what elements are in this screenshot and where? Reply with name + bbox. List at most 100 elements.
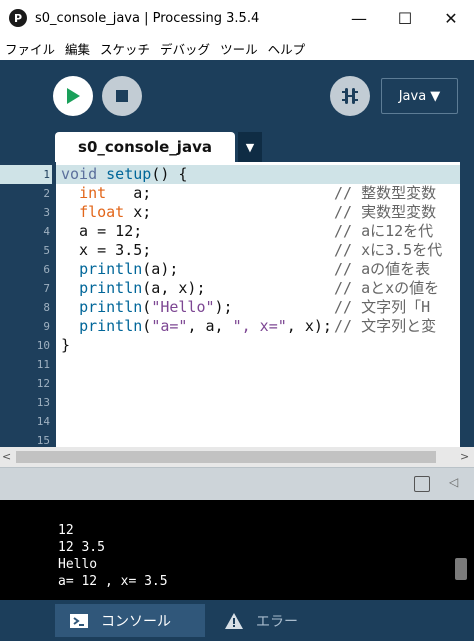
line-number: 10: [36, 339, 50, 352]
tab-menu-button[interactable]: ▼: [238, 132, 262, 162]
code-token: (: [142, 317, 152, 335]
tab-s0-console-java[interactable]: s0_console_java: [55, 132, 235, 162]
line-number: 9: [43, 320, 50, 333]
errors-tab[interactable]: エラー: [208, 604, 328, 637]
menu-file[interactable]: ファイル: [5, 39, 55, 58]
line-number: 12: [36, 377, 50, 390]
code-token: , x);: [286, 317, 332, 335]
line-number: 3: [43, 206, 50, 219]
debugger-icon: [342, 88, 358, 104]
code-token: println: [79, 298, 143, 316]
code-token: (a, x);: [142, 279, 206, 297]
status-bar: コンソール エラー: [0, 600, 474, 641]
code-token: "a=": [151, 317, 188, 335]
editor-horizontal-scrollbar[interactable]: < >: [0, 447, 474, 467]
line-number: 7: [43, 282, 50, 295]
window-title: s0_console_java | Processing 3.5.4: [35, 10, 260, 26]
scroll-thumb[interactable]: [16, 451, 436, 463]
line-number: 14: [36, 415, 50, 428]
code-token: "Hello": [151, 298, 215, 316]
code-comment: // 文字列「H: [334, 298, 431, 316]
console-line: a= 12 , x= 3.5: [58, 574, 168, 589]
code-line: float x;: [61, 203, 151, 222]
code-token: x = 3.5;: [61, 241, 152, 259]
code-line: a = 12;: [61, 222, 142, 241]
menu-sketch[interactable]: スケッチ: [100, 39, 150, 58]
console-line: 12 3.5: [58, 540, 105, 555]
line-number: 2: [43, 187, 50, 200]
line-number: 1: [0, 165, 52, 184]
scroll-right-arrow[interactable]: >: [460, 450, 469, 463]
line-number: 5: [43, 244, 50, 257]
editor-vertical-scrollbar[interactable]: [460, 162, 474, 447]
code-comment: // xに3.5を代: [334, 241, 443, 259]
scroll-left-arrow[interactable]: <: [2, 450, 11, 463]
line-number: 6: [43, 263, 50, 276]
mode-selector[interactable]: Java ▼: [381, 78, 458, 114]
code-line: println(a, x);: [61, 279, 206, 298]
line-number: 13: [36, 396, 50, 409]
line-number: 4: [43, 225, 50, 238]
warning-icon: [224, 612, 244, 630]
menu-bar: ファイル 編集 スケッチ デバッグ ツール ヘルプ: [0, 36, 474, 60]
code-line: println("Hello");: [61, 298, 233, 317]
console-tab-label: コンソール: [101, 613, 171, 630]
code-token: float: [79, 203, 125, 221]
code-token: int: [79, 184, 107, 202]
close-button[interactable]: ✕: [428, 0, 474, 36]
code-token: x;: [124, 203, 152, 221]
line-number: 8: [43, 301, 50, 314]
console-output[interactable]: 12 12 3.5 Hello a= 12 , x= 3.5: [0, 500, 474, 600]
copy-icon[interactable]: [414, 476, 430, 492]
line-number: 11: [36, 358, 50, 371]
minimize-button[interactable]: —: [336, 0, 382, 36]
code-comment: // aとxの値を: [334, 279, 440, 297]
stop-icon: [116, 90, 128, 102]
menu-edit[interactable]: 編集: [65, 39, 90, 58]
code-comment: // aに12を代: [334, 222, 434, 240]
title-bar: P s0_console_java | Processing 3.5.4 — ☐…: [0, 0, 474, 36]
console-icon: [69, 613, 89, 629]
console-line: 12: [58, 523, 74, 538]
code-token: println: [79, 279, 143, 297]
code-token: }: [61, 336, 71, 354]
sketch-tabs: s0_console_java ▼: [0, 132, 474, 162]
code-editor[interactable]: void setup() { int a; float x; a = 12; x…: [56, 162, 460, 447]
menu-help[interactable]: ヘルプ: [268, 39, 306, 58]
code-token: println: [79, 317, 143, 335]
menu-debug[interactable]: デバッグ: [160, 39, 210, 58]
processing-app-icon: P: [9, 9, 27, 27]
debugger-button[interactable]: [330, 76, 370, 116]
code-token: (: [142, 298, 152, 316]
stop-button[interactable]: [102, 76, 142, 116]
maximize-button[interactable]: ☐: [382, 0, 428, 36]
code-line: void setup() {: [61, 165, 187, 184]
code-comment: // 文字列と変: [334, 317, 437, 335]
errors-tab-label: エラー: [256, 613, 298, 630]
code-token: a = 12;: [61, 222, 143, 240]
console-line: Hello: [58, 557, 98, 572]
code-token: println: [79, 260, 143, 278]
code-line: x = 3.5;: [61, 241, 151, 260]
console-tab[interactable]: コンソール: [55, 604, 205, 637]
code-line: println("a=", a, ", x=", x);: [61, 317, 332, 336]
toolbar: Java ▼: [0, 60, 474, 132]
menu-tools[interactable]: ツール: [220, 39, 258, 58]
console-scroll-thumb[interactable]: [455, 558, 467, 580]
play-icon: [67, 88, 80, 104]
code-token: ", x=": [232, 317, 287, 335]
code-comment: // aの値を表: [334, 260, 431, 278]
code-comment: // 実数型変数: [334, 203, 437, 221]
code-token: void: [61, 165, 107, 183]
code-line: int a;: [61, 184, 151, 203]
line-number-gutter: 1 2 3 4 5 6 7 8 9 10 11 12 13 14 15: [0, 162, 56, 447]
code-token: a;: [106, 184, 152, 202]
run-button[interactable]: [53, 76, 93, 116]
code-token: );: [214, 298, 233, 316]
collapse-console-icon[interactable]: ◁: [449, 475, 458, 489]
